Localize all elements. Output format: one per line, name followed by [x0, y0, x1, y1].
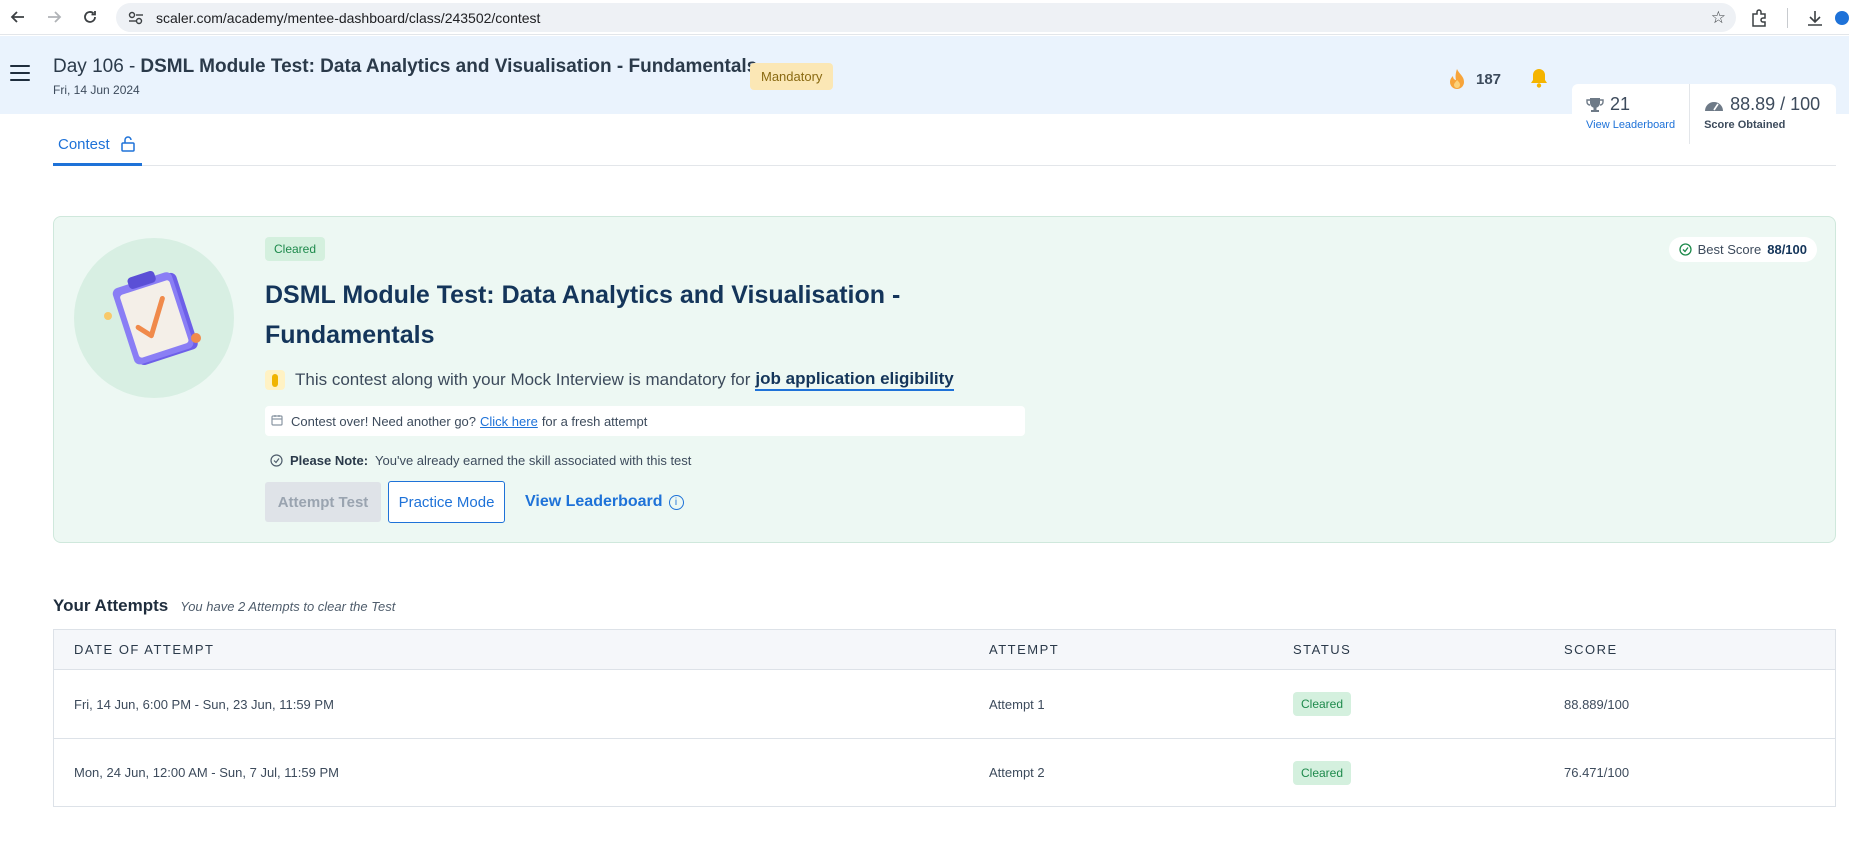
view-leaderboard-label: View Leaderboard	[525, 493, 663, 510]
status-badge: Cleared	[1293, 692, 1352, 716]
attempt-score: 76.471/100	[1564, 765, 1630, 780]
mandatory-text: This contest along with your Mock Interv…	[295, 370, 751, 389]
day-label: Day 106 -	[53, 56, 136, 77]
contest-title: DSML Module Test: Data Analytics and Vis…	[265, 281, 901, 349]
calendar-icon	[271, 414, 283, 429]
url-text[interactable]: scaler.com/academy/mentee-dashboard/clas…	[156, 10, 540, 26]
rank-value: 21	[1610, 94, 1631, 114]
over-suffix: for a fresh attempt	[541, 413, 648, 429]
contest-over-note: Contest over! Need another go? Click her…	[265, 406, 1025, 436]
best-score-badge: Best Score 88/100	[1668, 237, 1817, 262]
attempt-date: Fri, 14 Jun, 6:00 PM - Sun, 23 Jun, 11:5…	[74, 696, 334, 712]
table-row: Mon, 24 Jun, 12:00 AM - Sun, 7 Jul, 11:5…	[54, 738, 1835, 806]
status-badge: Cleared	[265, 237, 326, 261]
over-text: Contest over! Need another go?	[291, 413, 477, 429]
note-text: You've already earned the skill associat…	[375, 453, 692, 468]
trophy-icon	[1586, 97, 1604, 112]
back-button[interactable]	[0, 2, 36, 32]
class-title-block[interactable]: Day 106 - DSML Module Test: Data Analyti…	[53, 56, 781, 97]
score-value: 88.89 / 100	[1730, 94, 1821, 114]
forward-button[interactable]	[36, 2, 72, 32]
streak-count: 187	[1476, 70, 1502, 88]
mandatory-note: This contest along with your Mock Interv…	[265, 369, 954, 391]
attempt-number: Attempt 2	[989, 765, 1045, 780]
download-icon[interactable]	[1795, 3, 1835, 33]
speedometer-icon	[1705, 101, 1724, 111]
column-date: DATE OF ATTEMPT	[74, 642, 215, 657]
contest-card: Cleared DSML Module Test: Data Analytics…	[53, 216, 1836, 543]
reload-icon	[84, 11, 96, 23]
contest-actions: Attempt Test Practice Mode View Leaderbo…	[265, 481, 684, 523]
info-icon[interactable]: i	[668, 494, 684, 510]
attempts-header: Your Attempts You have 2 Attempts to cle…	[53, 596, 395, 616]
eligibility-link[interactable]: job application eligibility	[755, 369, 954, 391]
mandatory-badge: Mandatory	[750, 63, 834, 90]
fresh-attempt-link[interactable]: Click here	[480, 414, 538, 429]
flame-icon	[1450, 69, 1464, 89]
status-badge: Cleared	[1293, 760, 1352, 785]
view-leaderboard-button[interactable]: View Leaderboard i	[525, 493, 684, 511]
toolbar-divider	[1779, 3, 1795, 33]
attempts-subtitle: You have 2 Attempts to clear the Test	[180, 599, 396, 614]
check-circle-icon	[1678, 243, 1692, 256]
contest-illustration	[74, 238, 234, 398]
bookmark-star-icon[interactable]: ☆	[1711, 8, 1726, 28]
practice-mode-button[interactable]: Practice Mode	[388, 481, 505, 523]
attempts-title: Your Attempts	[53, 596, 169, 615]
class-header: Day 106 - DSML Module Test: Data Analyti…	[0, 36, 1849, 144]
profile-avatar[interactable]	[1835, 3, 1849, 33]
column-status: STATUS	[1293, 642, 1352, 657]
attempt-number: Attempt 1	[989, 696, 1045, 712]
reload-button[interactable]	[72, 2, 108, 32]
tab-bar: Contest	[53, 114, 1836, 166]
class-date: Fri, 14 Jun 2024	[53, 83, 140, 97]
attempt-test-button[interactable]: Attempt Test	[265, 482, 381, 522]
tab-contest[interactable]: Contest	[53, 114, 142, 166]
column-attempt: ATTEMPT	[989, 642, 1060, 657]
streak-counter[interactable]: 187	[1448, 68, 1501, 90]
unlock-icon	[120, 136, 135, 152]
check-badge-icon	[270, 454, 283, 467]
menu-icon[interactable]	[10, 65, 30, 81]
note-label: Please Note:	[290, 453, 369, 468]
table-row: Fri, 14 Jun, 6:00 PM - Sun, 23 Jun, 11:5…	[54, 670, 1835, 738]
attempts-table: DATE OF ATTEMPT ATTEMPT STATUS SCORE Fri…	[53, 629, 1836, 807]
bell-icon[interactable]	[1530, 68, 1548, 93]
extensions-icon[interactable]	[1739, 3, 1779, 33]
browser-toolbar: scaler.com/academy/mentee-dashboard/clas…	[0, 0, 1849, 35]
attempt-score: 88.889/100	[1564, 696, 1630, 712]
alert-icon	[265, 370, 285, 390]
attempt-date: Mon, 24 Jun, 12:00 AM - Sun, 7 Jul, 11:5…	[74, 765, 339, 780]
address-bar[interactable]: scaler.com/academy/mentee-dashboard/clas…	[116, 3, 1736, 32]
best-score-label: Best Score	[1697, 242, 1762, 257]
class-title: DSML Module Test: Data Analytics and Vis…	[140, 56, 758, 77]
tab-label: Contest	[58, 136, 110, 153]
skill-note: Please Note: You've already earned the s…	[270, 453, 691, 468]
site-info-icon[interactable]	[126, 11, 146, 25]
table-header: DATE OF ATTEMPT ATTEMPT STATUS SCORE	[54, 630, 1835, 670]
arrow-left-icon	[10, 11, 24, 23]
column-score: SCORE	[1564, 642, 1618, 657]
arrow-right-icon	[48, 11, 62, 23]
best-score-value: 88/100	[1767, 242, 1807, 257]
